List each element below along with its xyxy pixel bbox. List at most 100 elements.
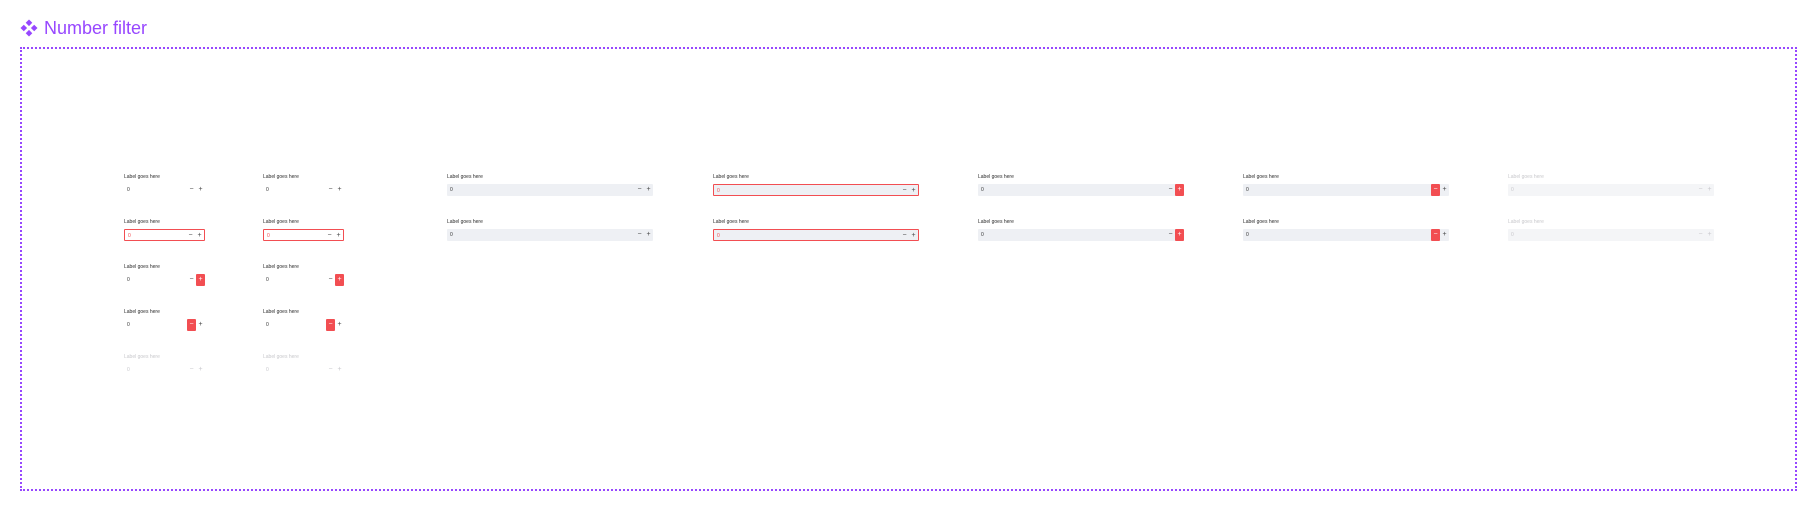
increment-button[interactable]: + bbox=[909, 230, 918, 242]
number-input[interactable]: 0 − + bbox=[124, 184, 205, 196]
input-value: 0 bbox=[981, 187, 984, 193]
decrement-button: − bbox=[1698, 231, 1703, 238]
increment-button: + bbox=[198, 366, 203, 373]
input-value: 0 bbox=[266, 277, 269, 283]
increment-button[interactable]: + bbox=[335, 319, 344, 331]
component-diamond-icon bbox=[20, 19, 38, 37]
number-input[interactable]: 0 − + bbox=[447, 229, 653, 241]
number-input[interactable]: 0 − + bbox=[124, 229, 205, 241]
decrement-button[interactable]: − bbox=[187, 184, 196, 196]
decrement-button[interactable]: − bbox=[325, 230, 334, 242]
number-filter-decrement-pressed: Label goes here 0 − + bbox=[124, 309, 203, 331]
input-value: 0 bbox=[128, 233, 131, 239]
field-label: Label goes here bbox=[263, 354, 299, 360]
field-label: Label goes here bbox=[124, 264, 160, 270]
increment-button[interactable]: + bbox=[196, 274, 205, 286]
number-input: 0 − + bbox=[124, 364, 205, 376]
decrement-button[interactable]: − bbox=[900, 185, 909, 197]
number-filter-wide-error: Label goes here 0 − + bbox=[713, 174, 919, 196]
input-value: 0 bbox=[267, 233, 270, 239]
field-label: Label goes here bbox=[447, 219, 483, 225]
number-filter-default: Label goes here 0 − + bbox=[263, 174, 342, 193]
decrement-button: − bbox=[328, 366, 333, 373]
field-label: Label goes here bbox=[713, 174, 749, 180]
number-input[interactable]: 0 − + bbox=[263, 319, 344, 331]
increment-button[interactable]: + bbox=[334, 230, 343, 242]
increment-button[interactable]: + bbox=[1175, 184, 1184, 196]
decrement-button[interactable]: − bbox=[1431, 229, 1440, 241]
input-value: 0 bbox=[266, 187, 269, 193]
increment-button: + bbox=[1707, 186, 1712, 193]
decrement-button[interactable]: − bbox=[1166, 229, 1175, 241]
number-filter-disabled: Label goes here 0 − + bbox=[263, 354, 342, 373]
component-frame: Label goes here 0 − + Label goes here 0 … bbox=[20, 47, 1797, 491]
number-input[interactable]: 0 − + bbox=[124, 319, 205, 331]
decrement-button[interactable]: − bbox=[187, 319, 196, 331]
increment-button[interactable]: + bbox=[1440, 184, 1449, 196]
decrement-button[interactable]: − bbox=[1431, 184, 1440, 196]
page-title-group: Number filter bbox=[20, 16, 147, 40]
number-filter-wide-decrement-pressed: Label goes here 0 − + bbox=[1243, 174, 1449, 196]
decrement-button[interactable]: − bbox=[326, 319, 335, 331]
increment-button[interactable]: + bbox=[195, 230, 204, 242]
number-input[interactable]: 0 − + bbox=[263, 184, 344, 196]
field-label: Label goes here bbox=[447, 174, 483, 180]
number-input[interactable]: 0 − + bbox=[713, 184, 919, 196]
field-label: Label goes here bbox=[1508, 174, 1544, 180]
decrement-button[interactable]: − bbox=[900, 230, 909, 242]
number-input[interactable]: 0 − + bbox=[263, 229, 344, 241]
increment-button[interactable]: + bbox=[1440, 229, 1449, 241]
number-filter-increment-pressed: Label goes here 0 − + bbox=[124, 264, 205, 286]
number-input[interactable]: 0 − + bbox=[1243, 229, 1449, 241]
decrement-button: − bbox=[1698, 186, 1703, 193]
number-filter-wide-default: Label goes here 0 − + bbox=[447, 174, 653, 196]
field-label: Label goes here bbox=[1243, 174, 1279, 180]
decrement-button[interactable]: − bbox=[186, 230, 195, 242]
number-input[interactable]: 0 − + bbox=[124, 274, 205, 286]
input-value: 0 bbox=[127, 367, 130, 373]
number-filter-error: Label goes here 0 − + bbox=[263, 219, 344, 241]
decrement-button[interactable]: − bbox=[326, 184, 335, 196]
number-filter-wide-decrement-pressed: Label goes here 0 − + bbox=[1243, 219, 1449, 241]
decrement-button[interactable]: − bbox=[326, 274, 335, 286]
input-value: 0 bbox=[717, 188, 720, 194]
input-value: 0 bbox=[266, 367, 269, 373]
decrement-button[interactable]: − bbox=[187, 274, 196, 286]
field-label: Label goes here bbox=[978, 174, 1014, 180]
input-value: 0 bbox=[127, 322, 130, 328]
decrement-button[interactable]: − bbox=[635, 184, 644, 196]
field-label: Label goes here bbox=[263, 219, 299, 225]
increment-button[interactable]: + bbox=[909, 185, 918, 197]
decrement-button[interactable]: − bbox=[1166, 184, 1175, 196]
number-input[interactable]: 0 − + bbox=[713, 229, 919, 241]
number-filter-wide-default: Label goes here 0 − + bbox=[447, 219, 653, 241]
number-input[interactable]: 0 − + bbox=[1243, 184, 1449, 196]
increment-button[interactable]: + bbox=[1175, 229, 1184, 241]
increment-button[interactable]: + bbox=[335, 184, 344, 196]
number-input[interactable]: 0 − + bbox=[447, 184, 653, 196]
field-label: Label goes here bbox=[1243, 219, 1279, 225]
increment-button[interactable]: + bbox=[196, 319, 205, 331]
input-value: 0 bbox=[127, 277, 130, 283]
field-label: Label goes here bbox=[124, 309, 160, 315]
number-input[interactable]: 0 − + bbox=[978, 229, 1184, 241]
field-label: Label goes here bbox=[124, 219, 160, 225]
input-value: 0 bbox=[127, 187, 130, 193]
number-input[interactable]: 0 − + bbox=[978, 184, 1184, 196]
increment-button: + bbox=[1707, 231, 1712, 238]
number-input: 0 − + bbox=[263, 364, 344, 376]
number-filter-wide-increment-pressed: Label goes here 0 − + bbox=[978, 219, 1184, 241]
number-filter-decrement-pressed: Label goes here 0 − + bbox=[263, 309, 342, 331]
increment-button[interactable]: + bbox=[644, 229, 653, 241]
number-input[interactable]: 0 − + bbox=[263, 274, 344, 286]
number-filter-wide-increment-pressed: Label goes here 0 − + bbox=[978, 174, 1184, 196]
number-filter-wide-disabled: Label goes here 0 − + bbox=[1508, 174, 1714, 196]
increment-button[interactable]: + bbox=[644, 184, 653, 196]
increment-button[interactable]: + bbox=[196, 184, 205, 196]
decrement-button[interactable]: − bbox=[635, 229, 644, 241]
number-filter-error: Label goes here 0 − + bbox=[124, 219, 205, 241]
field-label: Label goes here bbox=[263, 309, 299, 315]
increment-button[interactable]: + bbox=[335, 274, 344, 286]
input-value: 0 bbox=[1511, 232, 1514, 238]
field-label: Label goes here bbox=[978, 219, 1014, 225]
